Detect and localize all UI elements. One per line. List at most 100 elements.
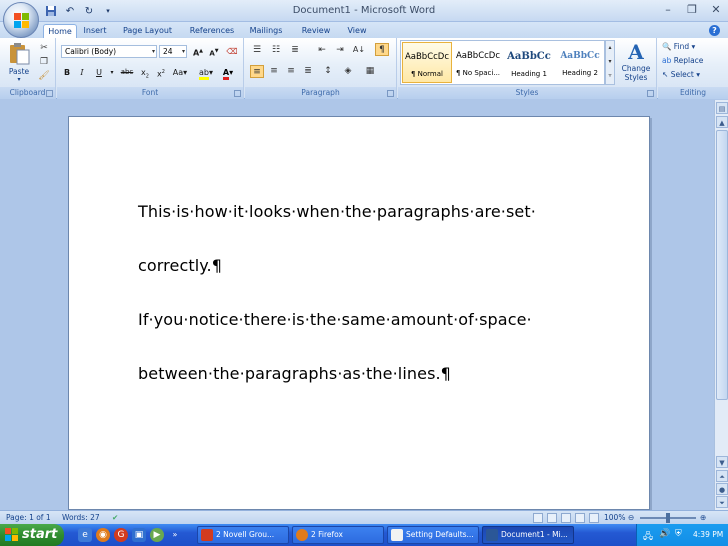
highlight-color-button[interactable]: ab▾ xyxy=(197,66,215,80)
bold-button[interactable]: B xyxy=(61,66,73,79)
page-indicator[interactable]: Page: 1 of 1 xyxy=(6,513,51,522)
outline-view-icon[interactable] xyxy=(575,513,585,523)
paste-button[interactable]: Paste ▾ xyxy=(4,41,34,83)
zoom-in-icon[interactable]: ⊕ xyxy=(700,513,706,522)
strikethrough-button[interactable]: abc xyxy=(119,66,135,79)
dropdown-icon: ▾ xyxy=(181,48,185,55)
bullets-icon[interactable]: ☰ xyxy=(250,44,264,57)
taskbar-task-word[interactable]: Document1 - Mi... xyxy=(482,526,574,544)
underline-dropdown-icon[interactable]: ▾ xyxy=(109,66,115,79)
font-launcher-icon[interactable] xyxy=(234,90,241,97)
ie-icon[interactable]: e xyxy=(78,528,92,542)
cut-icon[interactable]: ✂ xyxy=(38,42,50,54)
scroll-thumb[interactable] xyxy=(716,130,728,400)
word-task-icon xyxy=(486,529,498,541)
font-size-combo[interactable]: 24 ▾ xyxy=(159,45,187,58)
full-screen-reading-view-icon[interactable] xyxy=(547,513,557,523)
quick-launch-more-icon[interactable]: » xyxy=(168,528,182,542)
numbering-icon[interactable]: ☷ xyxy=(269,44,283,57)
document-body[interactable]: This·is·how·it·looks·when·the·paragraphs… xyxy=(138,185,608,401)
subscript-button[interactable]: x2 xyxy=(138,66,152,80)
media-player-icon[interactable]: ▶ xyxy=(150,528,164,542)
change-case-button[interactable]: Aa▾ xyxy=(172,66,188,79)
tab-view[interactable]: View xyxy=(344,24,370,38)
align-left-icon[interactable]: ≡ xyxy=(250,65,264,78)
align-center-icon[interactable]: ≡ xyxy=(267,65,281,78)
font-color-button[interactable]: A▾ xyxy=(219,66,237,80)
replace-label: Replace xyxy=(673,56,704,65)
zoom-out-icon[interactable]: ⊖ xyxy=(628,513,634,522)
tab-review[interactable]: Review xyxy=(298,24,334,38)
clear-formatting-icon[interactable]: ⌫ xyxy=(225,45,239,58)
style-no-spacing[interactable]: AaBbCcDc ¶ No Spaci... xyxy=(453,42,503,83)
shading-icon[interactable]: ◈ xyxy=(341,65,355,78)
clipboard-group: Paste ▾ ✂ ❐ 🖌 Clipboard xyxy=(0,38,56,99)
replace-button[interactable]: ab Replace xyxy=(662,56,703,65)
start-button[interactable]: start xyxy=(0,524,64,546)
taskbar-task-firefox[interactable]: 2 Firefox xyxy=(292,526,384,544)
scroll-down-icon[interactable]: ▼ xyxy=(716,456,728,468)
tab-home[interactable]: Home xyxy=(43,24,77,38)
format-painter-icon[interactable]: 🖌 xyxy=(38,70,50,82)
ruler-toggle-icon[interactable]: ▤ xyxy=(716,102,728,114)
minimize-button[interactable]: – xyxy=(660,3,676,17)
restore-button[interactable]: ❐ xyxy=(684,3,700,17)
security-icon[interactable]: ⛨ xyxy=(675,529,682,539)
firefox-icon[interactable]: ◉ xyxy=(96,528,110,542)
style-heading-1[interactable]: AaBbCc Heading 1 xyxy=(504,42,554,83)
justify-icon[interactable]: ≣ xyxy=(301,65,315,78)
grow-font-button[interactable]: A▲ xyxy=(191,45,205,58)
increase-indent-icon[interactable]: ⇥ xyxy=(333,44,347,57)
underline-button[interactable]: U xyxy=(93,66,105,79)
paragraph-launcher-icon[interactable] xyxy=(387,90,394,97)
shrink-font-button[interactable]: A▼ xyxy=(207,45,221,58)
tab-references[interactable]: References xyxy=(187,24,237,38)
tab-page-layout[interactable]: Page Layout xyxy=(120,24,175,38)
taskbar-task-novell[interactable]: 2 Novell Grou... xyxy=(197,526,289,544)
sort-icon[interactable]: A↓ xyxy=(352,44,366,57)
tab-insert[interactable]: Insert xyxy=(80,24,110,38)
previous-page-icon[interactable]: ⏶ xyxy=(716,470,728,482)
paste-dropdown-icon[interactable]: ▾ xyxy=(4,76,34,83)
borders-icon[interactable]: ▦ xyxy=(363,65,377,78)
font-family-combo[interactable]: Calibri (Body) ▾ xyxy=(61,45,157,58)
italic-button[interactable]: I xyxy=(76,66,88,79)
style-heading-2[interactable]: AaBbCc Heading 2 xyxy=(555,42,605,83)
show-desktop-icon[interactable]: ▣ xyxy=(132,528,146,542)
clock[interactable]: 4:39 PM xyxy=(693,530,723,539)
print-layout-view-icon[interactable] xyxy=(533,513,543,523)
web-layout-view-icon[interactable] xyxy=(561,513,571,523)
taskbar-task-settings[interactable]: Setting Defaults... xyxy=(387,526,479,544)
network-icon[interactable]: 🖧 xyxy=(643,529,653,545)
volume-icon[interactable]: 🔊 xyxy=(659,529,670,539)
superscript-button[interactable]: x2 xyxy=(154,66,168,79)
proofing-icon[interactable]: ✔ xyxy=(112,513,118,522)
clipboard-launcher-icon[interactable] xyxy=(46,90,53,97)
select-button[interactable]: ↖ Select ▾ xyxy=(662,70,700,79)
draft-view-icon[interactable] xyxy=(589,513,599,523)
help-icon[interactable]: ? xyxy=(709,25,720,36)
vertical-scrollbar[interactable]: ▤ ▲ ▼ ⏶ ● ⏷ xyxy=(714,100,728,510)
tab-mailings[interactable]: Mailings xyxy=(246,24,286,38)
line-spacing-icon[interactable]: ↕ xyxy=(321,65,335,78)
close-button[interactable]: ✕ xyxy=(708,3,724,17)
document-page[interactable]: This·is·how·it·looks·when·the·paragraphs… xyxy=(68,116,650,510)
find-button[interactable]: 🔍 Find ▾ xyxy=(662,42,695,51)
novell-icon[interactable]: G xyxy=(114,528,128,542)
show-formatting-marks-icon[interactable]: ¶ xyxy=(375,43,389,56)
change-styles-button[interactable]: A Change Styles xyxy=(619,40,653,82)
styles-launcher-icon[interactable] xyxy=(647,90,654,97)
next-page-icon[interactable]: ⏷ xyxy=(716,496,728,508)
scroll-up-icon[interactable]: ▲ xyxy=(716,116,728,128)
styles-gallery-scroll[interactable]: ▴ ▾ ▿ xyxy=(605,40,615,85)
office-button[interactable] xyxy=(3,2,39,38)
zoom-level[interactable]: 100% xyxy=(604,513,625,522)
multilevel-list-icon[interactable]: ≣ xyxy=(288,44,302,57)
copy-icon[interactable]: ❐ xyxy=(38,56,50,68)
word-count[interactable]: Words: 27 xyxy=(62,513,100,522)
decrease-indent-icon[interactable]: ⇤ xyxy=(315,44,329,57)
align-right-icon[interactable]: ≡ xyxy=(284,65,298,78)
style-normal[interactable]: AaBbCcDc ¶ Normal xyxy=(402,42,452,83)
zoom-slider-thumb[interactable] xyxy=(666,513,670,523)
browse-object-icon[interactable]: ● xyxy=(716,483,728,495)
